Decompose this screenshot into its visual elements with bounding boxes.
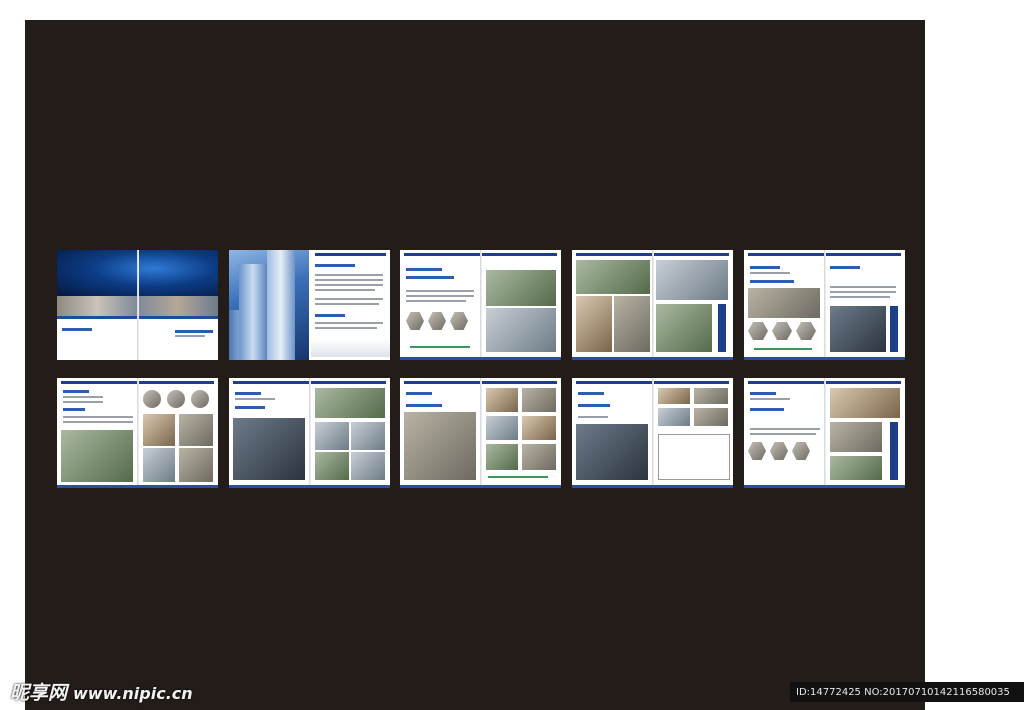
brochure-spread-5 <box>744 250 905 360</box>
canvas-board <box>25 20 925 710</box>
brochure-spread-4 <box>572 250 733 360</box>
brochure-spread-6 <box>57 378 218 488</box>
spread-fold <box>137 250 139 360</box>
cover-brand-left <box>62 328 92 331</box>
brochure-spread-7 <box>229 378 390 488</box>
tower-photo <box>229 250 309 360</box>
image-id-text: ID:14772425 NO:20170710142116580035 <box>796 686 1010 698</box>
cover-brand-subtitle <box>175 335 205 337</box>
brochure-spread-9 <box>572 378 733 488</box>
logo-url: www.nipic.cn <box>73 684 193 703</box>
skyline-graphic <box>311 339 390 357</box>
brochure-spread-cover <box>57 250 218 360</box>
brochure-spread-intro <box>229 250 390 360</box>
brochure-spread-10 <box>744 378 905 488</box>
cover-brand-title <box>175 330 213 333</box>
logo-text: 昵享网 <box>10 682 68 704</box>
brochure-spread-8 <box>400 378 561 488</box>
brochure-spread-3 <box>400 250 561 360</box>
nipic-logo: 昵享网 www.nipic.cn <box>10 678 193 705</box>
fence-diagram <box>658 434 730 480</box>
image-id-bar: ID:14772425 NO:20170710142116580035 <box>790 682 1024 702</box>
